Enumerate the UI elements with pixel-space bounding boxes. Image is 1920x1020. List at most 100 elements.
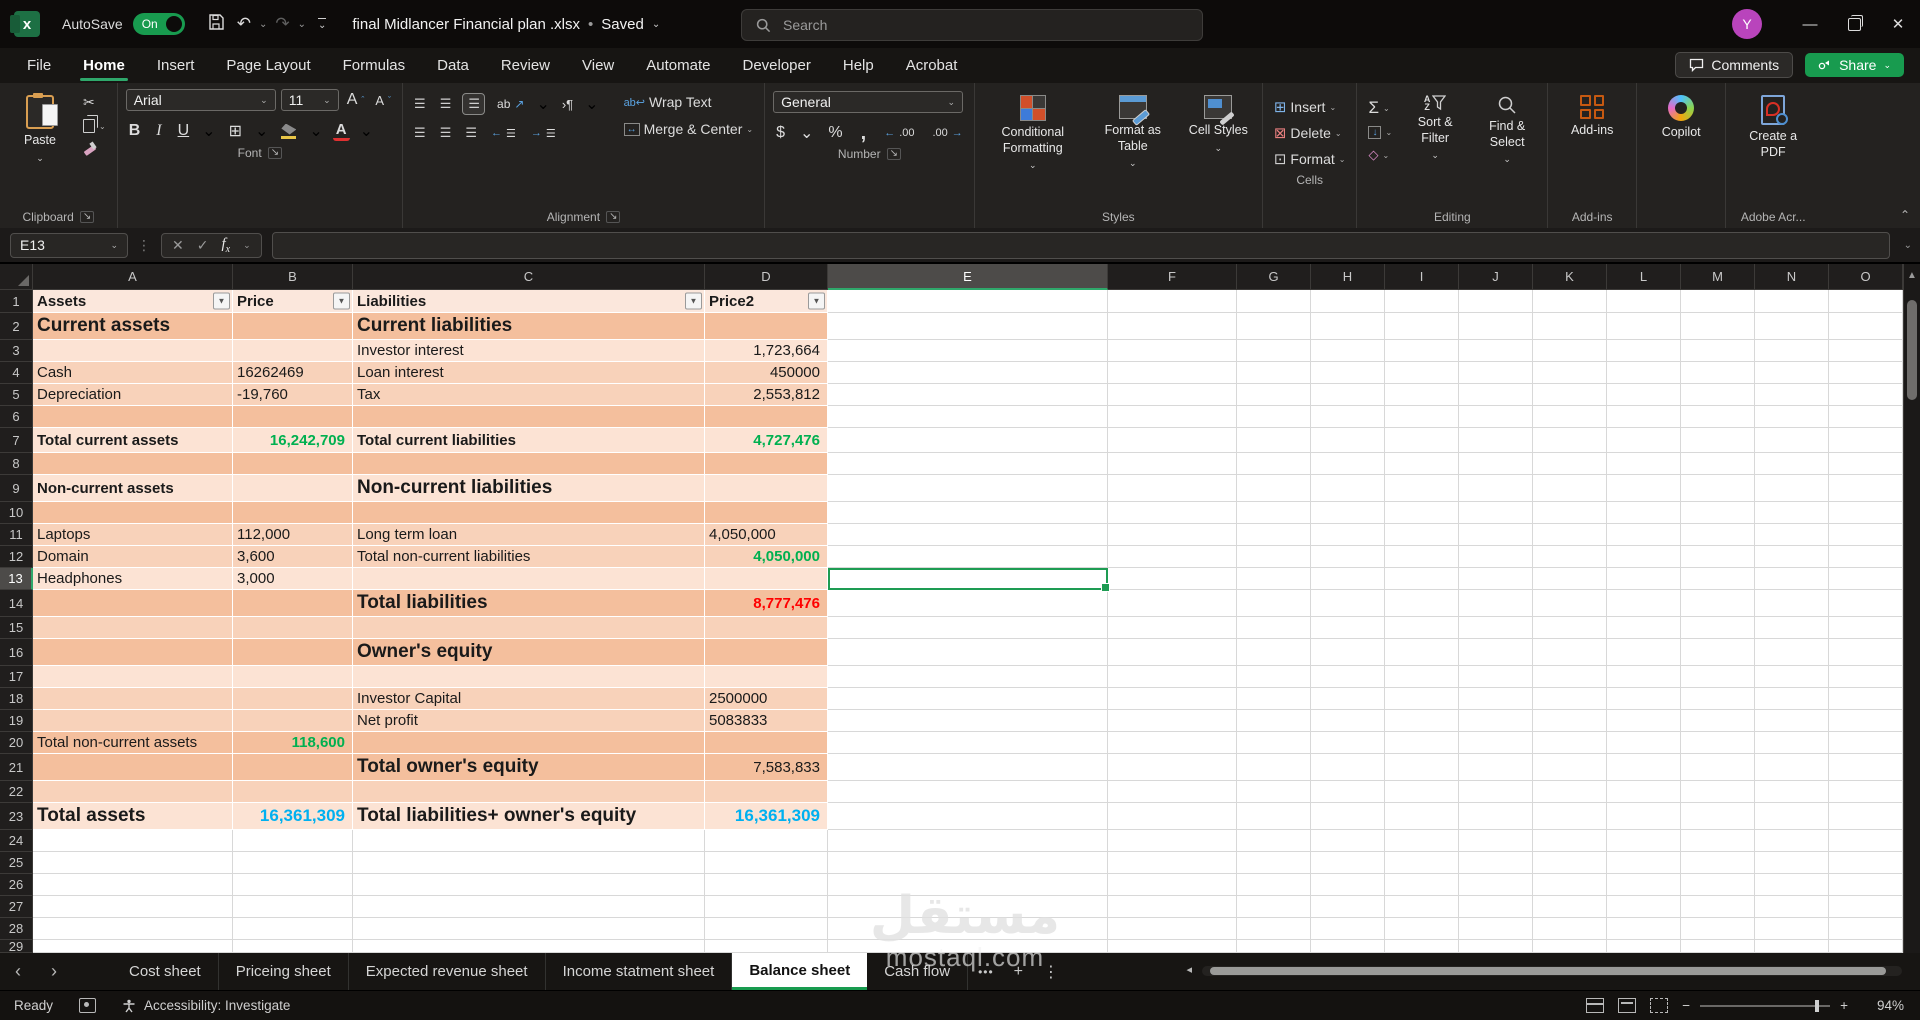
fill-color-button[interactable]	[278, 123, 299, 140]
format-as-table-button[interactable]: Format as Table⌄	[1091, 89, 1175, 176]
cell-D3[interactable]: 1,723,664	[705, 340, 828, 362]
cell-F2[interactable]	[1108, 313, 1237, 340]
row-header-1[interactable]: 1	[0, 290, 33, 313]
cell-C22[interactable]	[353, 781, 705, 803]
cell-J22[interactable]	[1459, 781, 1533, 803]
sheet-nav-left[interactable]: ‹	[0, 953, 36, 990]
cell-I29[interactable]	[1385, 940, 1459, 953]
cell-M21[interactable]	[1681, 754, 1755, 781]
cut-button[interactable]: ✂	[80, 93, 109, 112]
row-header-4[interactable]: 4	[0, 362, 33, 384]
formula-input[interactable]	[272, 232, 1890, 259]
cell-F18[interactable]	[1108, 688, 1237, 710]
cell-F14[interactable]	[1108, 590, 1237, 617]
cell-D8[interactable]	[705, 453, 828, 475]
zoom-in-button[interactable]: +	[1840, 998, 1848, 1013]
tab-page-layout[interactable]: Page Layout	[213, 51, 323, 80]
row-header-6[interactable]: 6	[0, 406, 33, 428]
conditional-formatting-button[interactable]: Conditional Formatting⌄	[983, 89, 1083, 178]
cell-G3[interactable]	[1237, 340, 1311, 362]
cell-G11[interactable]	[1237, 524, 1311, 546]
cell-M1[interactable]	[1681, 290, 1755, 313]
cell-N14[interactable]	[1755, 590, 1829, 617]
tab-view[interactable]: View	[569, 51, 627, 80]
delete-cells-button[interactable]: ⊠ Delete ⌄	[1271, 123, 1349, 143]
cell-N10[interactable]	[1755, 502, 1829, 524]
cell-L9[interactable]	[1607, 475, 1681, 502]
cell-A20[interactable]: Total non-current assets	[33, 732, 233, 754]
cell-K17[interactable]	[1533, 666, 1607, 688]
cell-I9[interactable]	[1385, 475, 1459, 502]
cell-C27[interactable]	[353, 896, 705, 918]
insert-function-button[interactable]: fx	[221, 236, 230, 255]
align-left-button[interactable]: ☰	[411, 124, 428, 142]
tab-home[interactable]: Home	[70, 51, 138, 80]
column-header-A[interactable]: A	[33, 264, 233, 290]
cell-B28[interactable]	[233, 918, 353, 940]
cell-N7[interactable]	[1755, 428, 1829, 453]
align-bottom-button[interactable]: ☰	[462, 93, 485, 115]
cell-B5[interactable]: -19,760	[233, 384, 353, 406]
cell-C28[interactable]	[353, 918, 705, 940]
row-header-13[interactable]: 13	[0, 568, 33, 590]
cell-C18[interactable]: Investor Capital	[353, 688, 705, 710]
cell-D23[interactable]: 16,361,309	[705, 803, 828, 830]
cell-O5[interactable]	[1829, 384, 1903, 406]
row-header-11[interactable]: 11	[0, 524, 33, 546]
cell-C17[interactable]	[353, 666, 705, 688]
cell-B8[interactable]	[233, 453, 353, 475]
row-header-25[interactable]: 25	[0, 852, 33, 874]
filter-button-A1[interactable]: ▼	[213, 293, 230, 310]
cell-I6[interactable]	[1385, 406, 1459, 428]
cell-O12[interactable]	[1829, 546, 1903, 568]
cell-M20[interactable]	[1681, 732, 1755, 754]
cell-F22[interactable]	[1108, 781, 1237, 803]
cell-E11[interactable]	[828, 524, 1108, 546]
bold-button[interactable]: B	[126, 121, 144, 141]
cell-N25[interactable]	[1755, 852, 1829, 874]
cell-M3[interactable]	[1681, 340, 1755, 362]
cell-N15[interactable]	[1755, 617, 1829, 639]
cell-B3[interactable]	[233, 340, 353, 362]
cell-J11[interactable]	[1459, 524, 1533, 546]
orientation-button[interactable]: ab↗	[494, 96, 527, 112]
cell-F3[interactable]	[1108, 340, 1237, 362]
cell-E20[interactable]	[828, 732, 1108, 754]
cell-O18[interactable]	[1829, 688, 1903, 710]
cell-H27[interactable]	[1311, 896, 1385, 918]
cell-B17[interactable]	[233, 666, 353, 688]
cell-G26[interactable]	[1237, 874, 1311, 896]
sheet-tab-cash-flow[interactable]: Cash flow	[867, 953, 968, 990]
cell-B19[interactable]	[233, 710, 353, 732]
cell-H19[interactable]	[1311, 710, 1385, 732]
cell-N24[interactable]	[1755, 830, 1829, 852]
cell-I28[interactable]	[1385, 918, 1459, 940]
cell-G18[interactable]	[1237, 688, 1311, 710]
cell-A22[interactable]	[33, 781, 233, 803]
cell-G10[interactable]	[1237, 502, 1311, 524]
row-header-3[interactable]: 3	[0, 340, 33, 362]
cell-D14[interactable]: 8,777,476	[705, 590, 828, 617]
cell-J26[interactable]	[1459, 874, 1533, 896]
cell-G15[interactable]	[1237, 617, 1311, 639]
cell-O28[interactable]	[1829, 918, 1903, 940]
page-break-view-button[interactable]	[1650, 998, 1668, 1013]
accounting-format-dropdown[interactable]: ⌄	[800, 123, 813, 143]
cell-J5[interactable]	[1459, 384, 1533, 406]
create-pdf-button[interactable]: Create a PDF	[1734, 89, 1812, 166]
cell-B23[interactable]: 16,361,309	[233, 803, 353, 830]
cell-C12[interactable]: Total non-current liabilities	[353, 546, 705, 568]
cell-G17[interactable]	[1237, 666, 1311, 688]
cell-F8[interactable]	[1108, 453, 1237, 475]
filter-button-C1[interactable]: ▼	[685, 293, 702, 310]
cell-A25[interactable]	[33, 852, 233, 874]
cell-J8[interactable]	[1459, 453, 1533, 475]
decrease-decimal-button[interactable]: .00→	[930, 126, 966, 140]
cell-G8[interactable]	[1237, 453, 1311, 475]
tab-acrobat[interactable]: Acrobat	[893, 51, 971, 80]
align-top-button[interactable]: ☰	[411, 95, 428, 113]
redo-dropdown[interactable]: ⌄	[298, 19, 306, 30]
cell-O11[interactable]	[1829, 524, 1903, 546]
tab-review[interactable]: Review	[488, 51, 563, 80]
cell-C21[interactable]: Total owner's equity	[353, 754, 705, 781]
